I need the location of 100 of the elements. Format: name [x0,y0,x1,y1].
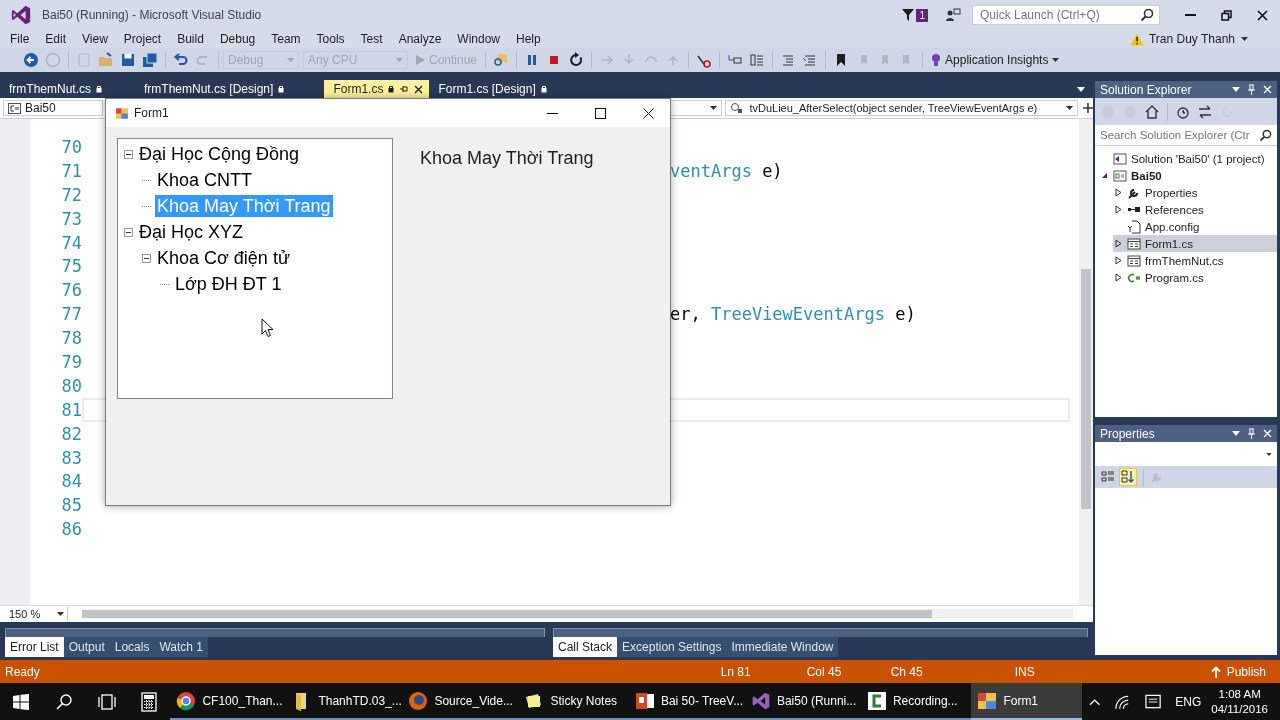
tree-node[interactable]: Lớp ĐH ĐT 1 [173,273,284,295]
outline-icon[interactable] [749,52,766,68]
menu-item[interactable]: Edit [37,31,75,47]
notification-icon[interactable] [1145,693,1163,710]
caret-icon[interactable] [1077,86,1085,92]
menu-item[interactable]: Help [508,31,549,47]
tree-node[interactable]: Đại Học Cộng Đồng [137,143,302,165]
menu-item[interactable]: Project [115,31,170,47]
solution-tree-item[interactable]: App.config [1113,218,1277,235]
arrow-up-icon [1210,665,1221,678]
expand-icon[interactable] [1114,273,1122,282]
tree-node[interactable]: Khoa CNTT [155,169,255,191]
taskbar-app-button[interactable]: Source_Vide... [402,683,519,720]
panel-tab[interactable]: Call Stack [553,637,618,657]
menu-item[interactable]: View [74,31,116,47]
quick-launch-field[interactable]: Quick Launch (Ctrl+Q) [972,5,1160,25]
line-number: 85 [60,495,82,516]
collapse-icon[interactable] [124,227,133,237]
member-dropdown[interactable]: tvDuLieu_AfterSelect(object sender, TreeViewEventArgs e) [725,100,1079,116]
application-insights-button[interactable]: Application Insights [927,51,1064,69]
task-view-icon [96,693,117,710]
panel-tab[interactable]: Output [63,637,110,657]
collapse-icon[interactable] [142,253,151,263]
panel-tab[interactable]: Locals [109,637,155,657]
restart-icon[interactable] [568,52,585,68]
publish-button[interactable]: Publish [1204,663,1272,680]
vertical-scrollbar[interactable] [1076,119,1093,605]
solution-tree-item[interactable]: frmThemNut.cs [1113,252,1277,269]
collapse-icon[interactable] [1100,172,1108,179]
document-tab[interactable]: frmThemNut.cs [Design] [108,80,291,98]
tree-node[interactable]: Đại Học XYZ [137,221,246,243]
solution-tree-item[interactable]: Bai50 [1099,167,1277,184]
expand-icon[interactable] [1114,188,1122,197]
window-title: Form1 [134,106,169,120]
status-text: Ready [5,664,40,679]
form-file-icon [1127,236,1141,251]
menu-item[interactable]: Tools [308,31,353,47]
panel-tab[interactable]: Exception Settings [617,637,727,657]
panel-tab[interactable]: Immediate Window [726,637,839,657]
expand-icon[interactable] [1114,205,1122,214]
back-icon[interactable] [23,52,39,68]
warning-icon [1129,32,1144,46]
document-tab[interactable]: Form1.cs [Design] [429,80,553,98]
menu-item[interactable]: Test [352,31,391,47]
caret-icon[interactable] [1232,431,1240,436]
menu-item[interactable]: File [2,31,38,47]
taskbar-app-button[interactable]: Bai 50- TreeV... [628,683,745,720]
restore-icon [1220,9,1232,21]
save-icon[interactable] [120,52,136,68]
panel-tab[interactable]: Error List [5,637,64,657]
collapse-icon[interactable] [124,149,133,159]
menu-item[interactable]: Analyze [390,31,450,47]
user-account-menu[interactable]: Tran Duy Thanh [1148,32,1235,46]
taskbar-app-button[interactable]: ThanhTD.03_... [286,683,403,720]
clock-date[interactable]: 04/11/2016 [1211,701,1268,717]
expand-icon[interactable] [1114,239,1122,248]
solution-tree-item[interactable]: Solution 'Bai50' (1 project) [1099,150,1277,167]
expand-icon[interactable] [1114,256,1122,265]
save-all-icon[interactable] [142,52,158,68]
document-tab[interactable]: Form1.cs [324,80,430,98]
zoom-dropdown[interactable]: 150 % [6,607,68,621]
feedback-icon[interactable] [945,7,961,23]
line-number: 83 [60,447,82,468]
pin-icon[interactable] [1247,428,1256,439]
open-folder-icon[interactable] [98,52,114,68]
project-dropdown[interactable]: Bai50 [3,100,103,116]
taskbar-app-button[interactable]: Sticky Notes [518,683,629,720]
document-tab[interactable]: frmThemNut.cs [0,80,108,98]
pin-icon[interactable] [399,84,410,94]
solution-tree-item[interactable]: References [1113,201,1277,218]
taskbar-app-button[interactable]: Bai50 (Runni... [744,683,861,720]
line-number: 81 [60,399,82,420]
horizontal-scrollbar[interactable] [82,609,1073,619]
chevron-up-icon[interactable] [1088,697,1101,706]
recorder-icon [866,690,887,711]
tree-node[interactable]: Khoa Cơ điện tử [155,247,292,269]
menu-item[interactable]: Window [449,31,508,47]
menu-item[interactable]: Build [169,31,212,47]
clock-time[interactable]: 1:08 AM [1218,686,1261,702]
alphabetical-button[interactable] [1119,468,1137,486]
solution-tree-item[interactable]: Form1.cs [1113,235,1277,252]
sync-icon[interactable] [1197,103,1213,120]
panel-tab[interactable]: Watch 1 [154,637,208,657]
taskbar-app-button[interactable]: CF100_Than... [170,683,287,720]
menu-item[interactable]: Team [263,31,309,47]
undo-icon[interactable] [173,52,189,68]
solution-tree-item[interactable]: Properties [1113,184,1277,201]
language-indicator[interactable]: ENG [1175,694,1202,709]
close-icon[interactable] [414,84,424,94]
caret-icon [396,58,403,62]
tree-view[interactable]: Đại Học Cộng Đồng Khoa CNTT Khoa May Thời Trang Đại Học XYZ Khoa Cơ điện tử Lớp ĐH ĐT 1 [117,138,393,399]
taskbar-app-button[interactable]: Form1 [971,683,1082,720]
split-icon[interactable] [1083,103,1093,113]
notifications-button[interactable]: 1 [899,6,930,24]
menu-item[interactable]: Debug [211,31,264,47]
caret-icon[interactable] [1232,87,1240,92]
pin-icon[interactable] [1247,84,1256,95]
home-icon[interactable] [1144,103,1160,120]
solution-tree-item[interactable]: Program.cs [1113,269,1277,286]
find-icon[interactable] [493,52,510,68]
